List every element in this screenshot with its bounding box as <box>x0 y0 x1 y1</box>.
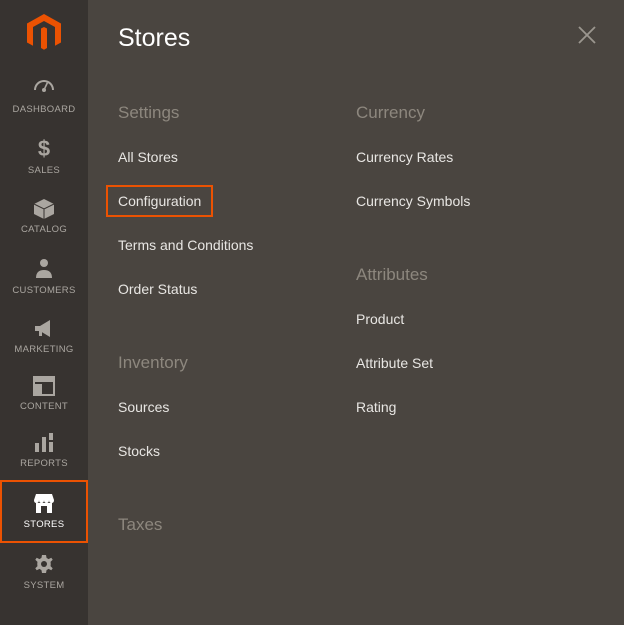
sidebar-item-stores[interactable]: STORES <box>0 480 88 543</box>
menu-terms-and-conditions[interactable]: Terms and Conditions <box>118 237 356 253</box>
section-heading: Inventory <box>118 353 356 373</box>
nav-label: STORES <box>24 519 65 530</box>
section-block: Taxes <box>118 515 356 535</box>
sidebar-item-sales[interactable]: $ SALES <box>0 126 88 187</box>
menu-stocks[interactable]: Stocks <box>118 443 356 459</box>
barchart-icon <box>33 433 55 453</box>
sidebar-item-catalog[interactable]: CATALOG <box>0 187 88 246</box>
sidebar-item-reports[interactable]: REPORTS <box>0 423 88 480</box>
box-icon <box>32 197 56 219</box>
sidebar-item-customers[interactable]: CUSTOMERS <box>0 246 88 307</box>
nav-label: CATALOG <box>21 224 67 235</box>
gear-icon <box>33 553 55 575</box>
menu-all-stores[interactable]: All Stores <box>118 149 356 165</box>
nav-label: MARKETING <box>14 344 73 355</box>
nav-label: CONTENT <box>20 401 68 412</box>
section-block: Inventory Sources Stocks <box>118 353 356 459</box>
menu-currency-rates[interactable]: Currency Rates <box>356 149 594 165</box>
panel-title: Stores <box>118 24 594 53</box>
menu-currency-symbols[interactable]: Currency Symbols <box>356 193 594 209</box>
section-heading: Attributes <box>356 265 594 285</box>
panel-column: Currency Currency Rates Currency Symbols At… <box>356 103 594 561</box>
panel-columns: SettingsAll StoresConfigurationTerms and… <box>118 103 594 561</box>
menu-rating[interactable]: Rating <box>356 399 594 415</box>
svg-text:$: $ <box>38 136 50 160</box>
sidebar-item-dashboard[interactable]: DASHBOARD <box>0 67 88 126</box>
sidebar: DASHBOARD $ SALES CATALOG CUSTOMERS MARKETING… <box>0 0 88 625</box>
stores-flyout-panel: Stores Settings All Stores Configuration Te… <box>88 0 624 625</box>
person-icon <box>32 256 56 280</box>
panel-column: SettingsAll StoresConfigurationTerms and… <box>118 103 356 561</box>
menu-order-status[interactable]: Order Status <box>118 281 356 297</box>
nav-label: REPORTS <box>20 458 68 469</box>
menu-attribute-set[interactable]: Attribute Set <box>356 355 594 371</box>
nav-label: SALES <box>28 165 60 176</box>
storefront-icon <box>32 492 56 514</box>
section-heading: Currency <box>356 103 594 123</box>
nav-label: CUSTOMERS <box>12 285 75 296</box>
menu-sources[interactable]: Sources <box>118 399 356 415</box>
section-heading: Settings <box>118 103 356 123</box>
menu-product[interactable]: Product <box>356 311 594 327</box>
nav-label: DASHBOARD <box>13 104 76 115</box>
sidebar-item-system[interactable]: SYSTEM <box>0 543 88 602</box>
section-block: Currency Currency Rates Currency Symbols <box>356 103 594 209</box>
close-icon[interactable] <box>578 26 596 49</box>
section-block: SettingsAll StoresConfigurationTerms and… <box>118 103 356 297</box>
section-block: Attributes Product Attribute Set Rating <box>356 265 594 415</box>
section-heading: Taxes <box>118 515 356 535</box>
menu-configuration[interactable]: Configuration <box>106 185 213 217</box>
gauge-icon <box>32 77 56 99</box>
layout-icon <box>33 376 55 396</box>
sidebar-item-content[interactable]: CONTENT <box>0 366 88 423</box>
sidebar-item-marketing[interactable]: MARKETING <box>0 307 88 366</box>
megaphone-icon <box>32 317 56 339</box>
magento-logo-icon[interactable] <box>27 14 61 57</box>
nav-label: SYSTEM <box>24 580 65 591</box>
dollar-icon: $ <box>32 136 56 160</box>
